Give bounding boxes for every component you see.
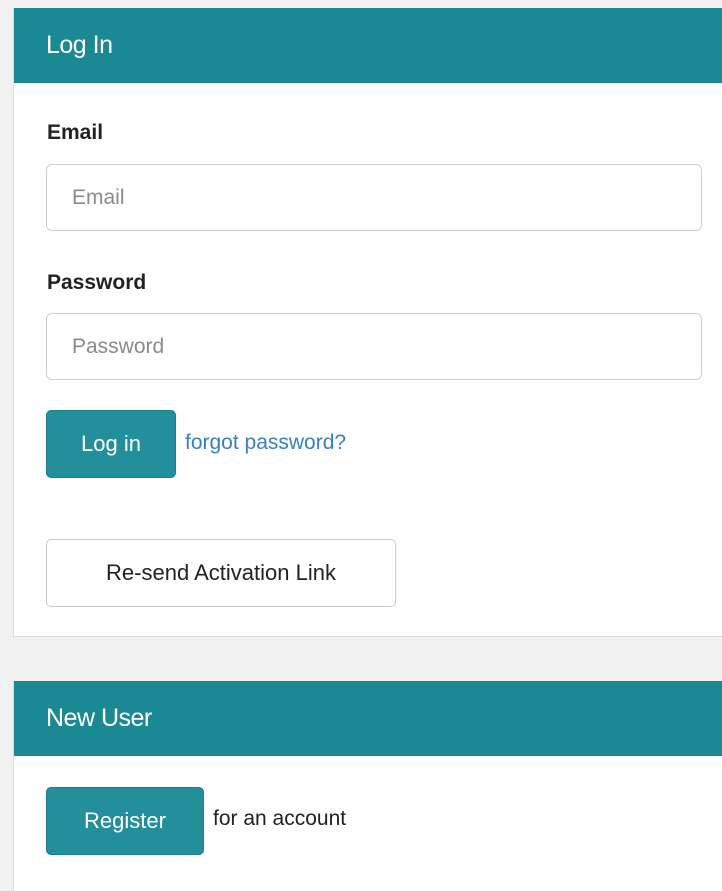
resend-activation-button[interactable]: Re-send Activation Link bbox=[46, 539, 396, 607]
email-label: Email bbox=[47, 121, 104, 144]
password-label: Password bbox=[47, 271, 147, 294]
log-in-button[interactable]: Log in bbox=[46, 410, 176, 478]
register-button[interactable]: Register bbox=[46, 787, 204, 855]
email-field[interactable] bbox=[46, 164, 702, 231]
forgot-password-link[interactable]: forgot password? bbox=[185, 431, 346, 455]
login-panel-heading: Log In bbox=[14, 8, 722, 83]
login-panel: Log In Email Password Log in forgot pass… bbox=[13, 8, 722, 637]
register-suffix-text: for an account bbox=[213, 807, 347, 830]
password-field[interactable] bbox=[46, 313, 702, 380]
new-user-panel-heading: New User bbox=[14, 681, 722, 756]
new-user-panel: New User Register for an account bbox=[13, 681, 722, 891]
